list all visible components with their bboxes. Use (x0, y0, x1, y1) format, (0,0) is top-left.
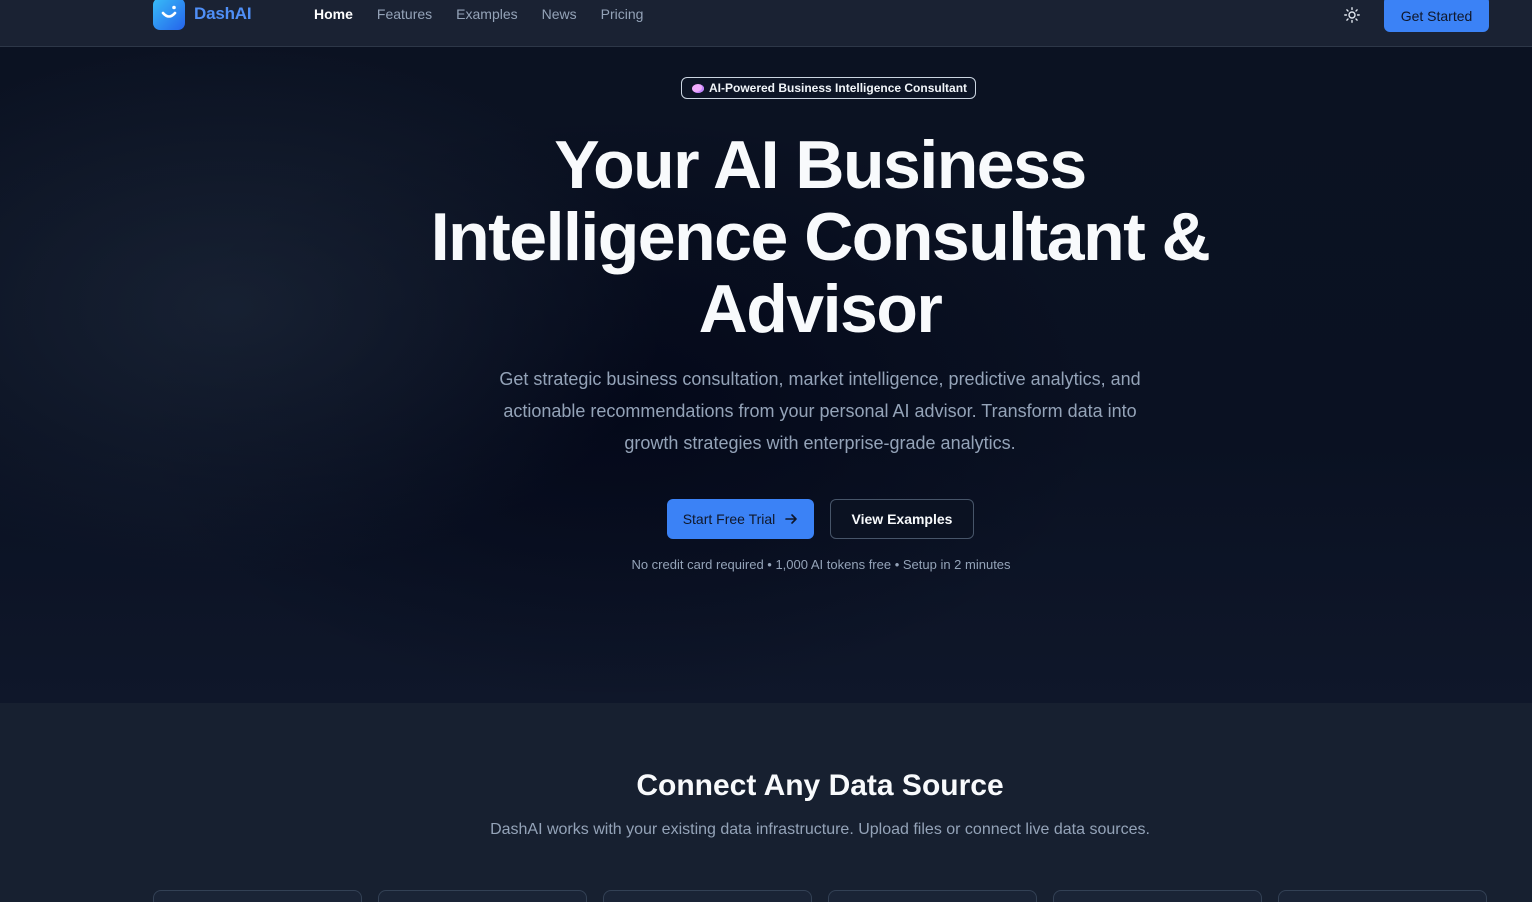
hero-section: AI-Powered Business Intelligence Consult… (0, 47, 1532, 703)
data-source-card[interactable] (153, 890, 362, 902)
start-free-trial-label: Start Free Trial (682, 511, 776, 527)
data-source-card[interactable] (603, 890, 812, 902)
connect-subtitle: DashAI works with your existing data inf… (490, 821, 1150, 838)
hero-note: No credit card required • 1,000 AI token… (631, 557, 1011, 572)
connect-title: Connect Any Data Source (636, 769, 1004, 802)
hero-cta-group: Start Free Trial View Examples (667, 499, 974, 539)
landing-page: DashAI Home Features Examples News Prici… (0, 0, 1532, 902)
get-started-button[interactable]: Get Started (1384, 0, 1489, 32)
brain-icon (692, 83, 704, 93)
brand-name: DashAI (194, 3, 252, 23)
hero-badge-label: AI-Powered Business Intelligence Consult… (709, 81, 968, 95)
data-source-card[interactable] (1278, 890, 1487, 902)
hero-title: Your AI Business Intelligence Consultant… (430, 127, 1211, 347)
logo-icon (153, 0, 185, 30)
brand-logo[interactable]: DashAI (153, 0, 252, 30)
theme-toggle-button[interactable] (1341, 4, 1363, 26)
data-source-card[interactable] (828, 890, 1037, 902)
nav-link-pricing[interactable]: Pricing (601, 6, 644, 22)
nav-link-features[interactable]: Features (377, 6, 432, 22)
arrow-right-icon (785, 514, 798, 524)
hero-badge: AI-Powered Business Intelligence Consult… (681, 77, 977, 99)
hero-description: Get strategic business consultation, mar… (499, 369, 1141, 453)
navbar: DashAI Home Features Examples News Prici… (0, 0, 1532, 47)
data-source-card[interactable] (1053, 890, 1262, 902)
data-source-card[interactable] (378, 890, 587, 902)
data-source-cards (153, 890, 1487, 902)
nav-link-news[interactable]: News (542, 6, 577, 22)
sun-icon (1344, 7, 1360, 23)
nav-link-examples[interactable]: Examples (456, 6, 517, 22)
connect-section: Connect Any Data Source DashAI works wit… (0, 703, 1532, 902)
view-examples-button[interactable]: View Examples (830, 499, 974, 539)
nav-link-home[interactable]: Home (314, 6, 353, 22)
main-nav: Home Features Examples News Pricing (314, 6, 643, 22)
view-examples-label: View Examples (851, 511, 953, 527)
start-free-trial-button[interactable]: Start Free Trial (667, 499, 814, 539)
